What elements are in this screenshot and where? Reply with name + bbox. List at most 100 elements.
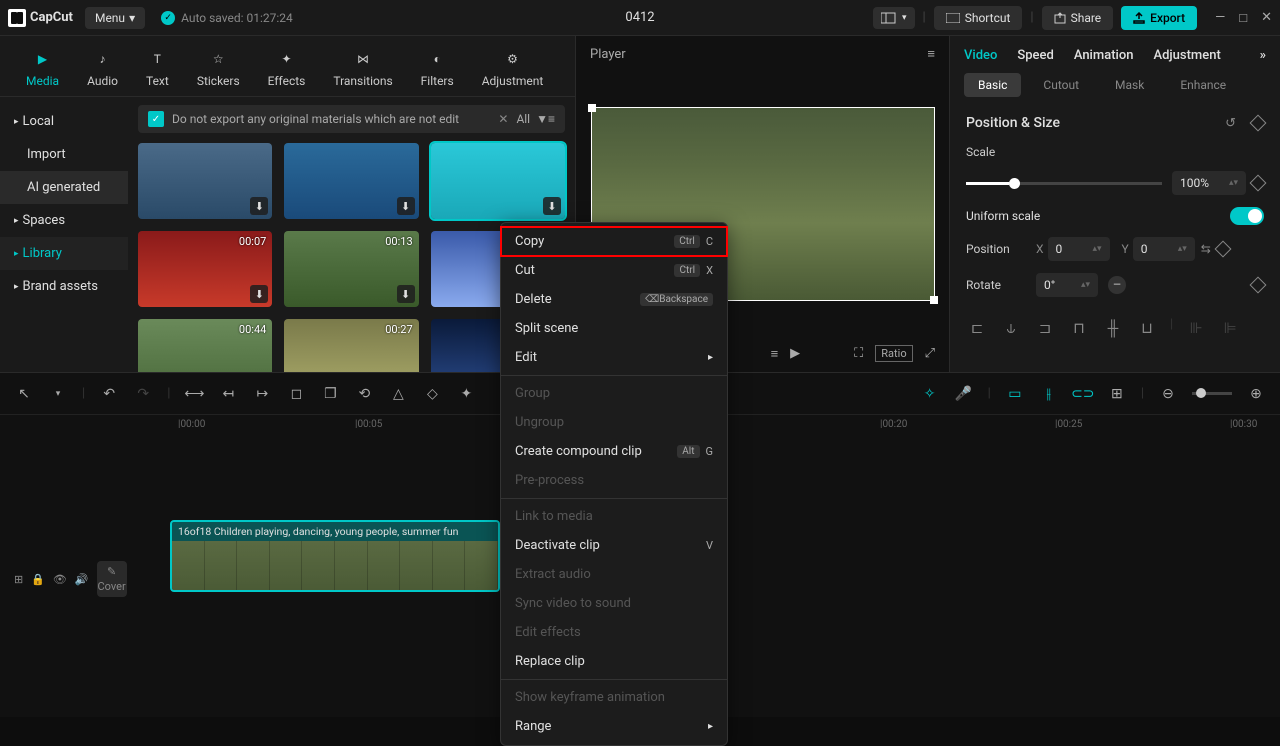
share-button[interactable]: Share [1042,6,1114,30]
pos-y-input[interactable]: 0▴▾ [1133,237,1195,261]
more-tabs-icon[interactable]: » [1260,48,1266,63]
download-icon[interactable]: ⬇ [397,197,415,215]
media-thumbnail[interactable]: ⬇ [431,143,565,219]
align-center-v-icon[interactable]: ╫ [1102,317,1124,339]
tab-transitions[interactable]: ⋈Transitions [319,44,406,96]
cover-button[interactable]: ✎ Cover [97,561,127,597]
redo-icon[interactable]: ↷ [133,384,153,404]
play-button[interactable]: ▶ [790,346,800,361]
ratio-button[interactable]: Ratio [875,345,912,362]
expand-icon[interactable]: ⤢ [925,346,935,361]
menu-item-cut[interactable]: CutCtrlX [501,256,727,285]
delete-right-icon[interactable]: ↦ [252,384,272,404]
close-warning-icon[interactable]: ✕ [498,112,508,126]
sidebar-item-local[interactable]: ▸Local [0,105,128,138]
selection-tool-icon[interactable]: ↖ [14,384,34,404]
magic-icon[interactable]: ✧ [920,384,940,404]
media-thumbnail[interactable]: 00:07⬇ [138,231,272,307]
magnet-icon[interactable]: ⫲ [1039,384,1059,404]
uniform-scale-toggle[interactable] [1230,207,1264,225]
filter-icon[interactable]: ▼≡ [536,112,555,126]
subtab-cutout[interactable]: Cutout [1029,73,1093,97]
reverse-icon[interactable]: ⟲ [354,384,374,404]
mute-icon[interactable]: 🔊 [75,573,89,586]
fullscreen-frame-icon[interactable]: ⛶ [854,346,863,361]
crop-icon[interactable]: ◻ [286,384,306,404]
align-bottom-icon[interactable]: ⊔ [1136,317,1158,339]
menu-item-replace-clip[interactable]: Replace clip [501,647,727,676]
keyframe-icon[interactable] [1250,175,1267,192]
scale-input[interactable]: 100%▴▾ [1172,171,1246,195]
align-center-h-icon[interactable]: ⫝ [1000,317,1022,339]
preview-icon[interactable]: ⊞ [1107,384,1127,404]
menu-item-create-compound-clip[interactable]: Create compound clipAltG [501,437,727,466]
menu-button[interactable]: Menu ▾ [85,7,145,29]
align-top-icon[interactable]: ⊓ [1068,317,1090,339]
download-icon[interactable]: ⬇ [397,285,415,303]
zoom-in-icon[interactable]: ⊕ [1246,384,1266,404]
distribute-h-icon[interactable]: ⊪ [1185,317,1207,339]
mirror-h-icon[interactable]: △ [388,384,408,404]
subtab-mask[interactable]: Mask [1101,73,1158,97]
sidebar-item-import[interactable]: Import [0,138,128,171]
link-icon[interactable]: ⊂⊃ [1073,384,1093,404]
align-right-icon[interactable]: ⊐ [1034,317,1056,339]
tab-audio[interactable]: ♪Audio [73,44,132,96]
sidebar-item-library[interactable]: ▸Library [0,237,128,270]
download-icon[interactable]: ⬇ [250,285,268,303]
pos-x-input[interactable]: 0▴▾ [1048,237,1110,261]
tab-media[interactable]: ▶Media [12,44,73,96]
project-name[interactable]: 0412 [625,10,654,25]
tab-stickers[interactable]: ☆Stickers [183,44,254,96]
tab-effects[interactable]: ✦Effects [254,44,320,96]
export-button[interactable]: Export [1121,6,1197,30]
media-thumbnail[interactable]: ⬇ [138,143,272,219]
media-thumbnail[interactable]: ⬇ [284,143,418,219]
download-icon[interactable]: ⬇ [250,197,268,215]
tab-filters[interactable]: ◐Filters [407,44,468,96]
scale-slider[interactable] [966,182,1162,185]
minimize-button[interactable]: — [1215,10,1225,26]
eye-icon[interactable]: 👁 [53,573,67,586]
menu-item-range[interactable]: Range▸ [501,712,727,741]
delete-left-icon[interactable]: ↤ [218,384,238,404]
shortcut-button[interactable]: Shortcut [934,6,1023,30]
media-thumbnail[interactable]: 00:44⬇ [138,319,272,372]
subtab-basic[interactable]: Basic [964,73,1021,97]
tab-adjustment[interactable]: ⚙Adjustment [468,44,558,96]
freeze-icon[interactable]: ✦ [456,384,476,404]
duplicate-icon[interactable]: ❐ [320,384,340,404]
link-icon[interactable]: ⇆ [1201,242,1211,256]
inspector-tab-speed[interactable]: Speed [1017,48,1053,63]
menu-item-deactivate-clip[interactable]: Deactivate clipV [501,531,727,560]
player-menu-icon[interactable]: ≡ [927,46,935,62]
rotate-dial-icon[interactable]: — [1108,276,1126,294]
keyframe-icon[interactable] [1250,277,1267,294]
inspector-tab-animation[interactable]: Animation [1074,48,1134,63]
mirror-v-icon[interactable]: ◇ [422,384,442,404]
menu-item-copy[interactable]: CopyCtrlC [501,227,727,256]
align-left-icon[interactable]: ⊏ [966,317,988,339]
maximize-button[interactable]: □ [1239,10,1247,26]
keyframe-icon[interactable] [1214,241,1231,258]
sidebar-item-spaces[interactable]: ▸Spaces [0,204,128,237]
aspect-button[interactable]: ▾ [873,7,915,29]
zoom-out-icon[interactable]: ⊖ [1158,384,1178,404]
sidebar-item-brand-assets[interactable]: ▸Brand assets [0,270,128,303]
undo-icon[interactable]: ↶ [99,384,119,404]
menu-item-split-scene[interactable]: Split scene [501,314,727,343]
download-icon[interactable]: ⬇ [543,197,561,215]
media-thumbnail[interactable]: 00:27⬇ [284,319,418,372]
inspector-tab-adjustment[interactable]: Adjustment [1153,48,1220,63]
rotate-input[interactable]: 0°▴▾ [1036,273,1098,297]
subtab-enhance[interactable]: Enhance [1166,73,1240,97]
mic-icon[interactable]: 🎤 [954,384,974,404]
list-icon[interactable]: ≡ [771,346,779,362]
inspector-tab-video[interactable]: Video [964,48,997,63]
distribute-v-icon[interactable]: ⊫ [1219,317,1241,339]
split-icon[interactable]: ⟷ [184,384,204,404]
reset-icon[interactable]: ↺ [1225,116,1236,131]
timeline-clip[interactable]: 16of18 Children playing, dancing, young … [170,520,500,592]
chevron-down-icon[interactable]: ▾ [48,384,68,404]
sidebar-item-ai-generated[interactable]: AI generated [0,171,128,204]
